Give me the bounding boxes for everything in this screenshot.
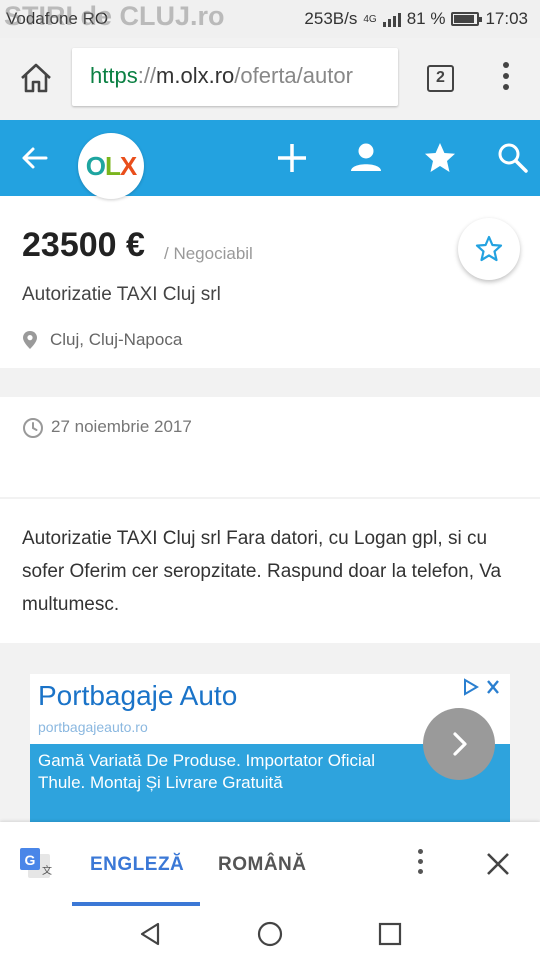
- advertisement[interactable]: Portbagaje Auto portbagajeauto.ro Gamă V…: [30, 674, 510, 822]
- star-outline-icon: [475, 235, 503, 262]
- system-nav-bar: [0, 906, 540, 960]
- nav-back-icon[interactable]: [136, 920, 164, 948]
- ad-choices-icon[interactable]: [462, 678, 504, 701]
- network-speed: 253B/s: [304, 9, 358, 28]
- watermark: STIRI de CLUJ.ro: [4, 1, 225, 31]
- price-negotiable-label: / Negociabil: [164, 244, 253, 263]
- nav-home-icon[interactable]: [256, 920, 284, 948]
- ad-text: Gamă Variată De Produse. Importator Ofic…: [38, 751, 375, 792]
- google-translate-icon: G 文: [20, 848, 52, 878]
- olx-logo[interactable]: OLX: [78, 133, 144, 199]
- favorites-star-icon[interactable]: [420, 138, 460, 178]
- listing-description: Autorizatie TAXI Cluj srl Fara datori, c…: [22, 528, 502, 615]
- url-path: /oferta/autor: [234, 63, 353, 88]
- address-bar[interactable]: https://m.olx.ro/oferta/autor: [72, 48, 398, 106]
- listing-date-card: [0, 397, 540, 497]
- ad-url[interactable]: portbagajeauto.ro: [38, 719, 148, 735]
- location-pin-icon: [23, 331, 37, 349]
- url-host: m.olx.ro: [156, 63, 235, 88]
- listing-title: Autorizatie TAXI Cluj srl: [22, 284, 221, 305]
- tab-switcher-button[interactable]: 2: [427, 65, 454, 92]
- account-icon[interactable]: [346, 138, 386, 178]
- status-bar: Vodafone RO STIRI de CLUJ.ro 253B/s 4G 8…: [0, 0, 540, 38]
- add-to-favorites-button[interactable]: [458, 218, 520, 280]
- clock-time: 17:03: [485, 9, 528, 28]
- nav-recents-icon[interactable]: [376, 920, 404, 948]
- browser-menu-button[interactable]: [496, 62, 516, 96]
- browser-toolbar: https://m.olx.ro/oferta/autor 2: [0, 38, 540, 120]
- network-type: 4G: [363, 13, 377, 25]
- battery-percent: 81 %: [406, 9, 446, 28]
- ad-open-arrow-button[interactable]: [423, 708, 495, 780]
- ad-title[interactable]: Portbagaje Auto: [38, 680, 237, 712]
- back-arrow-icon[interactable]: [14, 138, 54, 178]
- tab-source-language[interactable]: ENGLEZĂ: [90, 854, 184, 876]
- search-icon[interactable]: [493, 138, 533, 178]
- translate-bar: G 文 ENGLEZĂ ROMÂNĂ: [0, 822, 540, 906]
- url-scheme: https: [90, 63, 138, 88]
- close-icon[interactable]: [484, 850, 512, 878]
- listing-date: 27 noiembrie 2017: [51, 417, 192, 436]
- clock-icon: [23, 418, 43, 438]
- listing-location: Cluj, Cluj-Napoca: [50, 330, 183, 349]
- listing-price: 23500 €: [22, 226, 145, 264]
- tab-target-language[interactable]: ROMÂNĂ: [218, 854, 307, 876]
- url-separator: ://: [137, 63, 157, 88]
- home-icon[interactable]: [18, 60, 54, 96]
- svg-text:文: 文: [42, 864, 52, 877]
- signal-icon: [382, 11, 401, 27]
- chevron-right-icon: [453, 732, 467, 756]
- battery-icon: [451, 12, 483, 26]
- svg-text:G: G: [25, 852, 36, 868]
- add-listing-icon[interactable]: [272, 138, 312, 178]
- translate-menu-button[interactable]: [412, 849, 428, 881]
